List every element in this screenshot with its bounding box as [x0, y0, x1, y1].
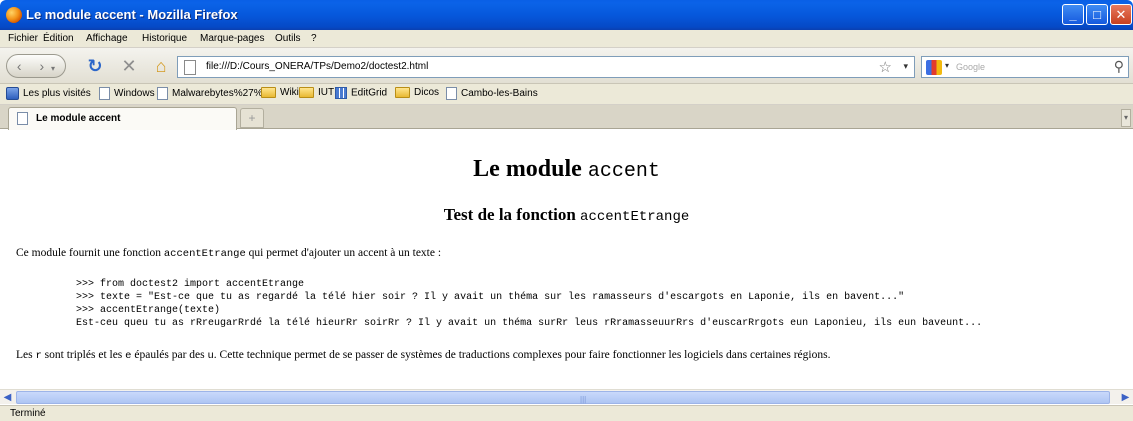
section-title-code: accentEtrange — [580, 209, 690, 225]
section-title-text: Test de la fonction — [443, 205, 581, 224]
code-line: >>> from doctest2 import accentEtrange — [76, 279, 305, 290]
bookmark-editgrid[interactable]: EditGrid — [335, 87, 387, 102]
menu-edition[interactable]: Édition — [43, 33, 74, 44]
window-title: Le module accent - Mozilla Firefox — [26, 7, 238, 22]
history-dropdown-icon[interactable]: ▾ — [51, 64, 55, 73]
star-icon[interactable]: ☆ — [879, 58, 892, 76]
url-dropdown-icon[interactable]: ▾ — [903, 61, 908, 72]
menu-help[interactable]: ? — [311, 33, 317, 44]
menu-historique[interactable]: Historique — [142, 33, 187, 44]
bookmark-label: IUT — [318, 87, 335, 99]
bookmark-icon — [6, 87, 19, 100]
code-line: >>> texte = "Est-ce que tu as regardé la… — [76, 292, 905, 303]
back-icon[interactable]: ‹ — [17, 58, 22, 74]
code-block: >>> from doctest2 import accentEtrange >… — [76, 278, 982, 330]
page-title: Le module accent — [0, 156, 1133, 183]
window-title-bar[interactable]: Le module accent - Mozilla Firefox _ □ ✕ — [0, 0, 1133, 30]
folder-icon — [299, 87, 314, 98]
bookmark-label: EditGrid — [351, 87, 388, 99]
bookmark-windows[interactable]: Windows — [99, 87, 155, 102]
close-button[interactable]: ✕ — [1110, 4, 1132, 25]
page-icon — [157, 87, 168, 100]
bookmark-dicos[interactable]: Dicos — [395, 87, 439, 102]
bookmark-malwarebytes[interactable]: Malwarebytes%27%2... — [157, 87, 277, 102]
maximize-button[interactable]: □ — [1086, 4, 1108, 25]
tab-list-dropdown-icon[interactable]: ▾ — [1121, 109, 1131, 127]
search-input[interactable]: Google — [956, 62, 985, 72]
search-magnifier-icon[interactable]: ⚲ — [1114, 58, 1124, 75]
bookmark-label: Windows — [114, 88, 155, 100]
intro-paragraph: Ce module fournit une fonction accentEtr… — [16, 247, 441, 260]
reload-icon[interactable]: ↻ — [84, 56, 106, 78]
page-content: Le module accent Test de la fonction acc… — [0, 130, 1133, 389]
home-icon[interactable]: ⌂ — [150, 56, 172, 78]
forward-icon[interactable]: › — [39, 58, 44, 74]
bookmark-label: Cambo-les-Bains — [461, 88, 538, 100]
intro-text: Ce module fournit une fonction — [16, 247, 164, 259]
scroll-left-icon[interactable]: ◀ — [0, 390, 15, 405]
bookmark-label: Les plus visités — [23, 88, 91, 100]
url-text[interactable]: file:///D:/Cours_ONERA/TPs/Demo2/doctest… — [206, 61, 428, 72]
explanation-text: Les — [16, 349, 36, 361]
menu-fichier[interactable]: Fichier — [8, 33, 38, 44]
menu-marque-pages[interactable]: Marque-pages — [200, 33, 264, 44]
bookmark-les-plus-visites[interactable]: Les plus visités — [6, 87, 91, 102]
back-forward-buttons[interactable]: ‹ › ▾ — [6, 54, 66, 78]
section-title: Test de la fonction accentEtrange — [0, 205, 1133, 225]
firefox-logo-icon — [6, 7, 22, 23]
bookmarks-toolbar: Les plus visités Windows Malwarebytes%27… — [0, 84, 1133, 105]
google-engine-icon[interactable] — [926, 60, 942, 75]
intro-text-end: qui permet d'ajouter un accent à un text… — [245, 247, 442, 259]
horizontal-scrollbar[interactable]: ◀ ||| ▶ — [0, 389, 1133, 404]
page-icon — [184, 60, 196, 75]
page-icon — [17, 112, 28, 125]
page-title-text: Le module — [473, 156, 588, 182]
bookmark-wiki[interactable]: Wiki — [261, 87, 299, 102]
menu-outils[interactable]: Outils — [275, 33, 301, 44]
explanation-text: . Cette technique permet de se passer de… — [213, 349, 831, 361]
explanation-text: épaulés par des — [131, 349, 208, 361]
bookmark-label: Dicos — [414, 87, 440, 99]
stop-icon[interactable]: ✕ — [118, 56, 140, 78]
menu-affichage[interactable]: Affichage — [86, 33, 128, 44]
status-text: Terminé — [10, 408, 46, 419]
minimize-button[interactable]: _ — [1062, 4, 1084, 25]
grid-icon — [335, 87, 347, 99]
bookmark-cambo-les-bains[interactable]: Cambo-les-Bains — [446, 87, 538, 102]
tab-label: Le module accent — [36, 113, 121, 124]
menu-bar: Fichier Édition Affichage Historique Mar… — [0, 30, 1133, 48]
code-line: Est-ceu queu tu as rRreugarRrdé la télé … — [76, 318, 983, 329]
page-title-code: accent — [587, 160, 660, 183]
scroll-right-icon[interactable]: ▶ — [1118, 390, 1133, 405]
new-tab-button[interactable]: + — [240, 108, 264, 128]
page-icon — [446, 87, 457, 100]
address-bar[interactable]: file:///D:/Cours_ONERA/TPs/Demo2/doctest… — [177, 56, 915, 78]
navigation-toolbar: ‹ › ▾ ↻ ✕ ⌂ file:///D:/Cours_ONERA/TPs/D… — [0, 48, 1133, 84]
tab-bar: Le module accent + ▾ — [0, 105, 1133, 130]
bookmark-label: Wiki — [280, 87, 299, 99]
explanation-paragraph: Les r sont triplés et les e épaulés par … — [16, 349, 830, 362]
bookmark-iut[interactable]: IUT — [299, 87, 334, 102]
search-bar[interactable]: ▾ Google ⚲ — [921, 56, 1129, 78]
status-bar: Terminé — [0, 405, 1133, 421]
grip-icon: ||| — [580, 395, 587, 404]
tab-le-module-accent[interactable]: Le module accent — [8, 107, 237, 130]
scrollbar-thumb[interactable]: ||| — [16, 391, 1110, 404]
folder-icon — [395, 87, 410, 98]
explanation-text: sont triplés et les — [41, 349, 126, 361]
code-line: >>> accentEtrange(texte) — [76, 305, 221, 316]
page-icon — [99, 87, 110, 100]
folder-icon — [261, 87, 276, 98]
engine-dropdown-icon[interactable]: ▾ — [945, 61, 949, 70]
intro-code: accentEtrange — [163, 248, 246, 260]
